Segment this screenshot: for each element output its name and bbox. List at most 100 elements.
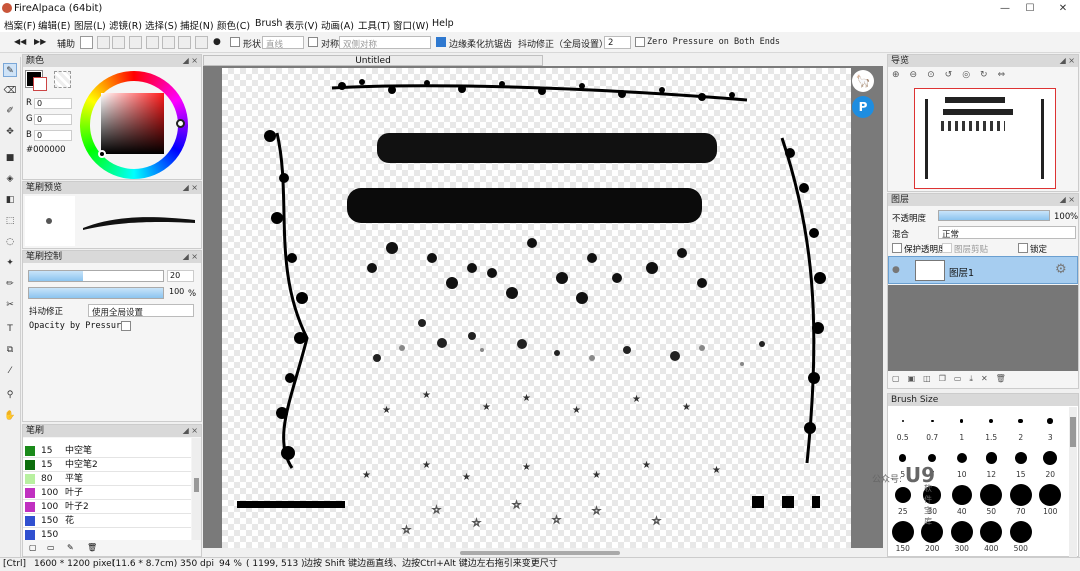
brush-size-cell[interactable]: 1	[947, 407, 977, 444]
brush-size-cell[interactable]: 12	[977, 444, 1007, 481]
zero-pressure-checkbox[interactable]	[635, 37, 645, 47]
move-tool-icon[interactable]: ✥	[3, 125, 17, 139]
secondary-color-swatch[interactable]	[33, 77, 47, 91]
brush-size-cell[interactable]: 40	[947, 481, 977, 518]
edit-brush-icon[interactable]: ✎	[67, 543, 74, 552]
select-eraser-icon[interactable]: ✂	[3, 298, 17, 312]
opacity-pressure-checkbox[interactable]	[121, 321, 131, 331]
brush-opacity-slider[interactable]	[28, 287, 164, 299]
menu-file[interactable]: 档案(F)	[4, 18, 36, 32]
brush-size-slider[interactable]	[28, 270, 164, 282]
eraser-tool-icon[interactable]: ⌫	[3, 84, 17, 98]
brush-stabilizer-dropdown[interactable]: 使用全局设置	[88, 304, 194, 318]
alpaca-mascot-icon[interactable]: 🦙	[852, 70, 874, 92]
layer-opacity-slider[interactable]	[938, 210, 1050, 221]
rotate-reset-icon[interactable]: ◎	[962, 70, 980, 80]
lasso-tool-icon[interactable]: ◌	[3, 235, 17, 249]
horizontal-scrollbar[interactable]	[460, 551, 620, 555]
panel-menu-icon[interactable]: ◢ ×	[1060, 55, 1075, 67]
brush-size-cell[interactable]: 50	[977, 481, 1007, 518]
brush-size-cell[interactable]: 400	[977, 518, 1007, 555]
list-item[interactable]: 15 中空笔2	[23, 458, 191, 472]
g-input[interactable]: 0	[34, 114, 72, 125]
menu-tools[interactable]: 工具(T)	[358, 18, 390, 32]
brush-size-cell[interactable]: 300	[947, 518, 977, 555]
panel-menu-icon[interactable]: ◢ ×	[1060, 194, 1075, 206]
hue-wheel[interactable]	[80, 71, 188, 179]
shape-dropdown[interactable]: 直线	[262, 36, 304, 50]
fill-tool-icon[interactable]: ■	[3, 151, 17, 165]
add-brush-icon[interactable]: ▢	[29, 543, 37, 552]
zoom-fit-icon[interactable]: ⊙	[927, 70, 945, 80]
menu-animation[interactable]: 动画(A)	[321, 18, 354, 32]
folder-brush-icon[interactable]: ▭	[47, 543, 55, 552]
hue-handle[interactable]	[176, 119, 185, 128]
clipping-checkbox[interactable]	[942, 243, 952, 253]
rotate-right-icon[interactable]: ↻	[980, 70, 998, 80]
delete-layer-icon[interactable]: 🗑	[996, 374, 1014, 383]
menu-view[interactable]: 表示(V)	[285, 18, 318, 32]
snap-radial-icon[interactable]	[146, 36, 159, 49]
merge-down-icon[interactable]: ⤓	[969, 374, 981, 383]
panel-menu-icon[interactable]: ◢ ×	[183, 425, 198, 437]
brush-size-cell[interactable]: 150	[888, 518, 918, 555]
bucket-tool-icon[interactable]: ◈	[3, 172, 17, 186]
new-8bit-layer-icon[interactable]: ▣	[908, 374, 924, 383]
protect-alpha-checkbox[interactable]	[892, 243, 902, 253]
text-tool-icon[interactable]: T	[3, 322, 17, 336]
snap-circle-icon[interactable]	[162, 36, 175, 49]
canvas-paper[interactable]: ★ ★ ★ ★ ★ ★ ★ ★ ★ ★ ★ ★ ★ ★ ☆ ☆ ☆ ☆ ☆ ☆ ☆	[222, 68, 851, 548]
transparent-color-swatch[interactable]	[54, 71, 71, 88]
menu-brush[interactable]: Brush	[255, 18, 282, 29]
layer-name[interactable]: 图层1	[949, 265, 974, 279]
select-pen-icon[interactable]: ✏	[3, 277, 17, 291]
symmetry-dropdown[interactable]: 双侧对称	[339, 36, 431, 50]
document-tab[interactable]: Untitled	[203, 55, 543, 66]
symmetry-checkbox[interactable]	[308, 37, 318, 47]
layer-settings-gear-icon[interactable]: ⚙	[1055, 262, 1067, 277]
snap-curve-icon[interactable]	[178, 36, 191, 49]
dot-tool-icon[interactable]: ✐	[3, 104, 17, 118]
antialias-checkbox[interactable]	[436, 37, 446, 47]
new-layer-icon[interactable]: ▢	[892, 374, 908, 383]
frame-tool-icon[interactable]: ⧉	[3, 343, 17, 357]
brush-list-scrollbar[interactable]	[192, 438, 201, 540]
menu-window[interactable]: 窗口(W)	[393, 18, 429, 32]
saturation-value-square[interactable]	[101, 93, 164, 154]
menu-snap[interactable]: 捕捉(N)	[180, 18, 214, 32]
snap-off-icon[interactable]	[80, 36, 93, 49]
panel-menu-icon[interactable]: ◢ ×	[183, 182, 198, 194]
menu-layer[interactable]: 图层(L)	[74, 18, 106, 32]
select-tool-icon[interactable]: ⬚	[3, 214, 17, 228]
brush-size-cell[interactable]: 70	[1006, 481, 1036, 518]
r-input[interactable]: 0	[34, 98, 72, 109]
delete-brush-icon[interactable]: 🗑	[87, 543, 97, 552]
clear-layer-icon[interactable]: ✕	[981, 374, 996, 383]
brush-size-cell[interactable]: 2	[1006, 407, 1036, 444]
panel-menu-icon[interactable]: ◢ ×	[183, 251, 198, 263]
list-item[interactable]: 80 平笔	[23, 472, 191, 486]
brush-size-cell[interactable]: 3	[1036, 407, 1066, 444]
brush-size-cell[interactable]: 20	[1036, 444, 1066, 481]
list-item[interactable]: 150	[23, 528, 191, 540]
brush-tool-icon[interactable]: ✎	[3, 63, 17, 77]
duplicate-layer-icon[interactable]: ❐	[939, 374, 954, 383]
snap-point-icon[interactable]: ●	[213, 37, 221, 47]
rotate-left-icon[interactable]: ↺	[945, 70, 963, 80]
snap-parallel-icon[interactable]	[97, 36, 110, 49]
lock-checkbox[interactable]	[1018, 243, 1028, 253]
close-button[interactable]: ✕	[1048, 1, 1078, 16]
panel-menu-icon[interactable]: ◢ ×	[183, 55, 198, 67]
zoom-out-icon[interactable]: ⊖	[910, 70, 928, 80]
brush-size-cell[interactable]: 100	[1036, 481, 1066, 518]
brush-opacity-value[interactable]: 100	[167, 287, 187, 299]
menu-filter[interactable]: 滤镜(R)	[109, 18, 142, 32]
brush-size-scrollbar[interactable]	[1069, 407, 1077, 557]
patreon-icon[interactable]: P	[852, 96, 874, 118]
brush-size-cell[interactable]: 15	[1006, 444, 1036, 481]
redo-icon[interactable]: ▶▶	[34, 37, 46, 46]
hex-value[interactable]: #000000	[26, 145, 66, 155]
zoom-tool-icon[interactable]: ⚲	[3, 388, 17, 402]
canvas-area[interactable]: ★ ★ ★ ★ ★ ★ ★ ★ ★ ★ ★ ★ ★ ★ ☆ ☆ ☆ ☆ ☆ ☆ ☆ 🦙 P	[203, 66, 883, 548]
shape-checkbox[interactable]	[230, 37, 240, 47]
